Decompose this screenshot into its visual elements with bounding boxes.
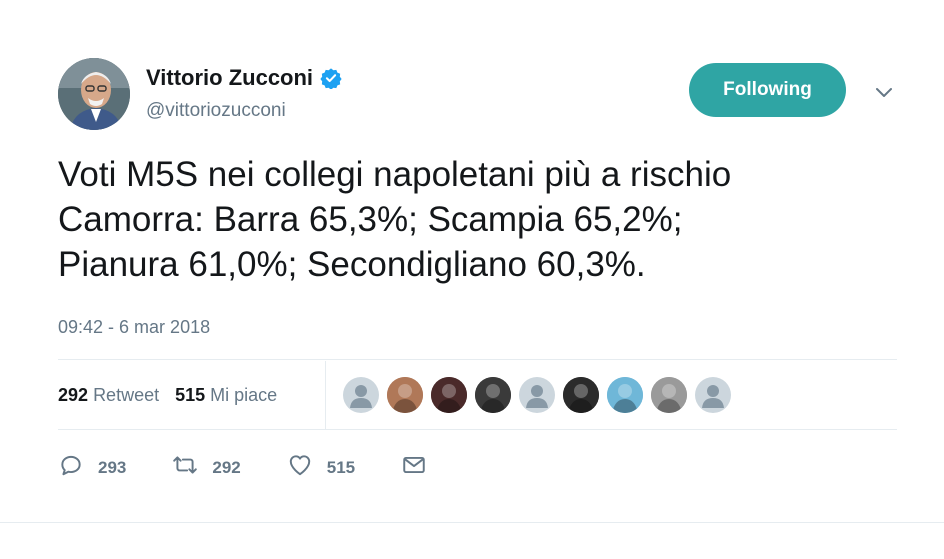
direct-message-button[interactable] [401, 452, 427, 483]
tweet-text: Voti M5S nei collegi napoletani più a ri… [58, 155, 732, 284]
heart-icon [287, 452, 313, 483]
liker-avatar[interactable] [695, 377, 731, 413]
liker-avatar[interactable] [387, 377, 423, 413]
liker-avatar[interactable] [343, 377, 379, 413]
liker-avatar[interactable] [607, 377, 643, 413]
retweet-stat-label: Retweet [93, 385, 160, 405]
likers-avatars [343, 377, 739, 413]
author-name-row: Vittorio Zucconi [146, 65, 342, 91]
like-count: 515 [175, 385, 206, 405]
liker-avatar[interactable] [475, 377, 511, 413]
tweet-card: Vittorio Zucconi @vittoriozucconi Follow… [0, 0, 944, 559]
retweet-action-count: 292 [212, 457, 241, 477]
tweet-timestamp[interactable]: 09:42 - 6 mar 2018 [58, 317, 210, 338]
verified-badge-icon [320, 67, 342, 90]
envelope-icon [401, 452, 427, 483]
following-button[interactable]: Following [689, 63, 846, 117]
retweet-count: 292 [58, 385, 89, 405]
card-bottom-border [0, 522, 944, 523]
like-stat-label: Mi piace [210, 385, 278, 405]
author-photo [58, 58, 130, 130]
author-name[interactable]: Vittorio Zucconi [146, 65, 313, 91]
liker-avatar[interactable] [519, 377, 555, 413]
reply-count: 293 [98, 457, 127, 477]
liker-avatar[interactable] [651, 377, 687, 413]
retweet-stat[interactable]: 292 Retweet [58, 385, 159, 406]
reply-icon [58, 452, 84, 483]
divider-bottom [58, 429, 897, 430]
avatar[interactable] [58, 58, 130, 130]
like-button[interactable]: 515 [287, 452, 355, 483]
like-action-count: 515 [326, 457, 356, 477]
divider-top [58, 359, 897, 360]
liker-avatar[interactable] [431, 377, 467, 413]
like-stat[interactable]: 515 Mi piace [175, 385, 277, 406]
reply-button[interactable]: 293 [58, 452, 126, 483]
retweet-icon [172, 452, 198, 483]
author-handle[interactable]: @vittoriozucconi [146, 100, 286, 122]
liker-avatar[interactable] [563, 377, 599, 413]
tweet-stats: 292 Retweet 515 Mi piace [58, 385, 293, 406]
chevron-down-icon[interactable] [874, 82, 894, 102]
retweet-button[interactable]: 292 [172, 452, 241, 483]
tweet-actions: 293 292 515 [58, 452, 473, 483]
stats-separator [325, 361, 326, 429]
